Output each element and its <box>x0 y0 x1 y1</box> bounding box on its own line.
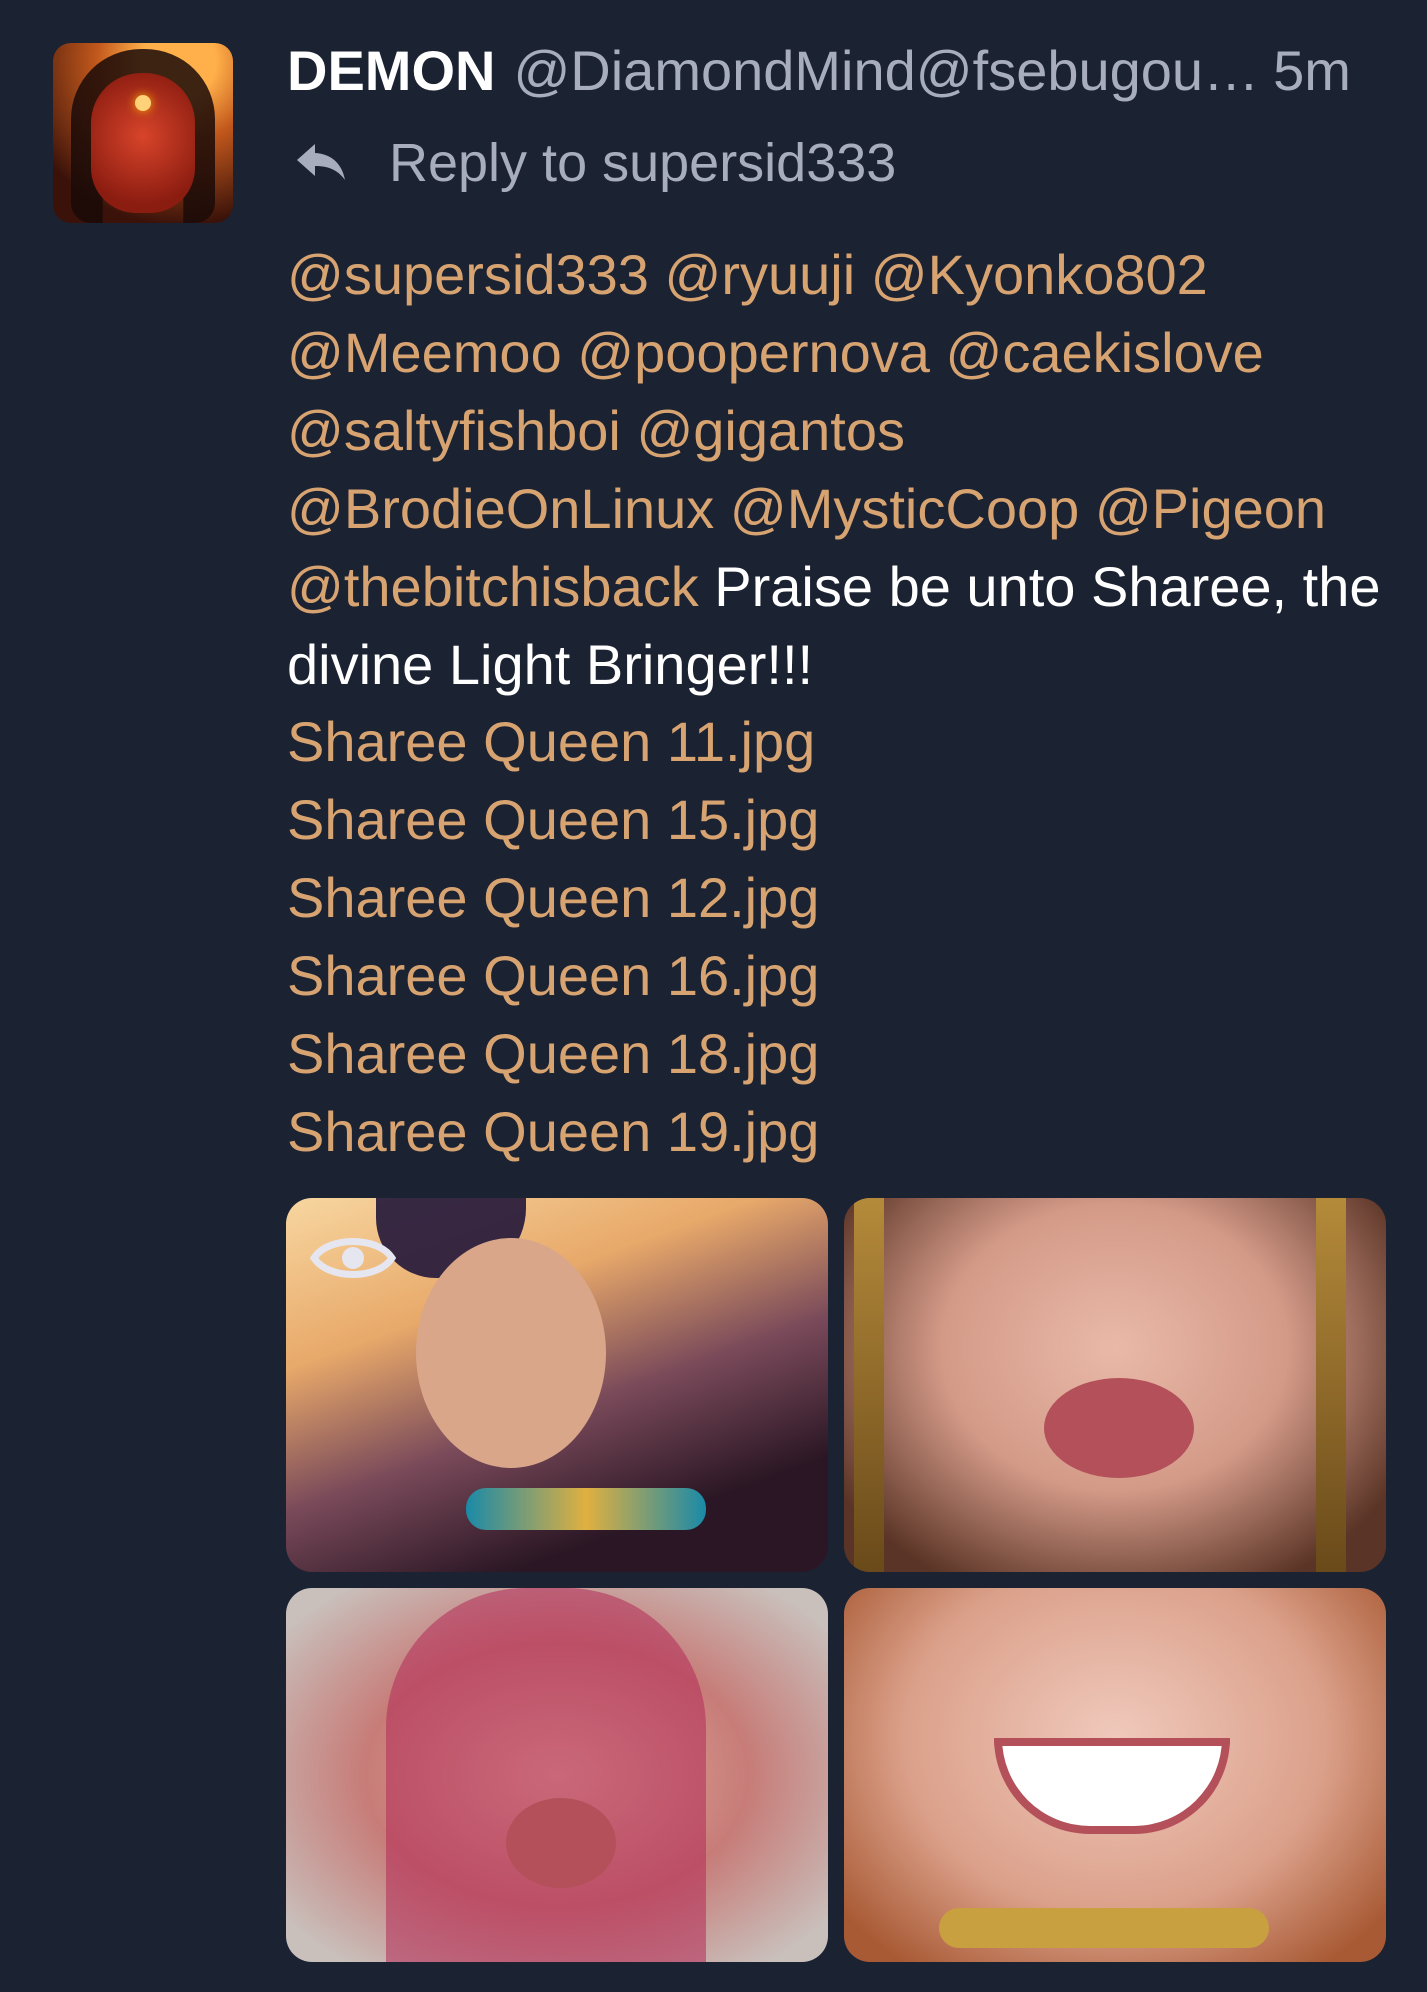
attachment-link[interactable]: Sharee Queen 18.jpg <box>287 1015 819 1093</box>
media-thumbnail-1[interactable] <box>286 1198 828 1572</box>
mention-link[interactable]: @ryuuji <box>665 243 856 306</box>
mention-link[interactable]: @poopernova <box>577 321 930 384</box>
reply-arrow-icon <box>297 144 345 180</box>
avatar[interactable] <box>53 43 233 223</box>
media-thumbnail-4[interactable] <box>844 1588 1386 1962</box>
user-handle[interactable]: @DiamondMind@fsebugou… <box>513 38 1259 103</box>
face-shape <box>416 1238 606 1468</box>
mention-link[interactable]: @saltyfishboi <box>287 399 621 462</box>
headdress-right <box>1316 1198 1346 1572</box>
mention-link[interactable]: @supersid333 <box>287 243 649 306</box>
attachment-link[interactable]: Sharee Queen 15.jpg <box>287 781 819 859</box>
mention-link[interactable]: @MysticCoop <box>730 477 1079 540</box>
attachment-link[interactable]: Sharee Queen 11.jpg <box>287 703 819 781</box>
post-content: @supersid333 @ryuuji @Kyonko802 @Meemoo … <box>287 236 1397 704</box>
mention-link[interactable]: @caekislove <box>946 321 1264 384</box>
mouth-shape <box>506 1798 616 1888</box>
post-header: DEMON @DiamondMind@fsebugou… 5m <box>287 38 1387 108</box>
smile-shape <box>994 1738 1230 1834</box>
necklace <box>466 1488 706 1530</box>
post-timestamp[interactable]: 5m <box>1273 38 1351 103</box>
attachment-link[interactable]: Sharee Queen 12.jpg <box>287 859 819 937</box>
reply-indicator[interactable]: Reply to supersid333 <box>293 130 896 196</box>
mouth-shape <box>1044 1378 1194 1478</box>
mention-link[interactable]: @Pigeon <box>1095 477 1326 540</box>
attachment-link[interactable]: Sharee Queen 16.jpg <box>287 937 819 1015</box>
necklace <box>939 1908 1269 1948</box>
media-thumbnail-2[interactable] <box>844 1198 1386 1572</box>
display-name[interactable]: DEMON <box>287 38 495 103</box>
attachment-list: Sharee Queen 11.jpg Sharee Queen 15.jpg … <box>287 703 819 1171</box>
veil-shape <box>386 1588 706 1962</box>
headdress-left <box>854 1198 884 1572</box>
mention-link[interactable]: @thebitchisback <box>287 555 699 618</box>
media-thumbnail-3[interactable] <box>286 1588 828 1962</box>
attachment-link[interactable]: Sharee Queen 19.jpg <box>287 1093 819 1171</box>
mention-link[interactable]: @Meemoo <box>287 321 562 384</box>
mention-link[interactable]: @gigantos <box>636 399 905 462</box>
mention-link[interactable]: @BrodieOnLinux <box>287 477 714 540</box>
mention-link[interactable]: @Kyonko802 <box>871 243 1208 306</box>
reply-to-label: Reply to supersid333 <box>389 133 897 193</box>
eye-icon[interactable] <box>310 1228 396 1288</box>
avatar-face <box>91 73 195 213</box>
avatar-jewel <box>135 95 151 111</box>
